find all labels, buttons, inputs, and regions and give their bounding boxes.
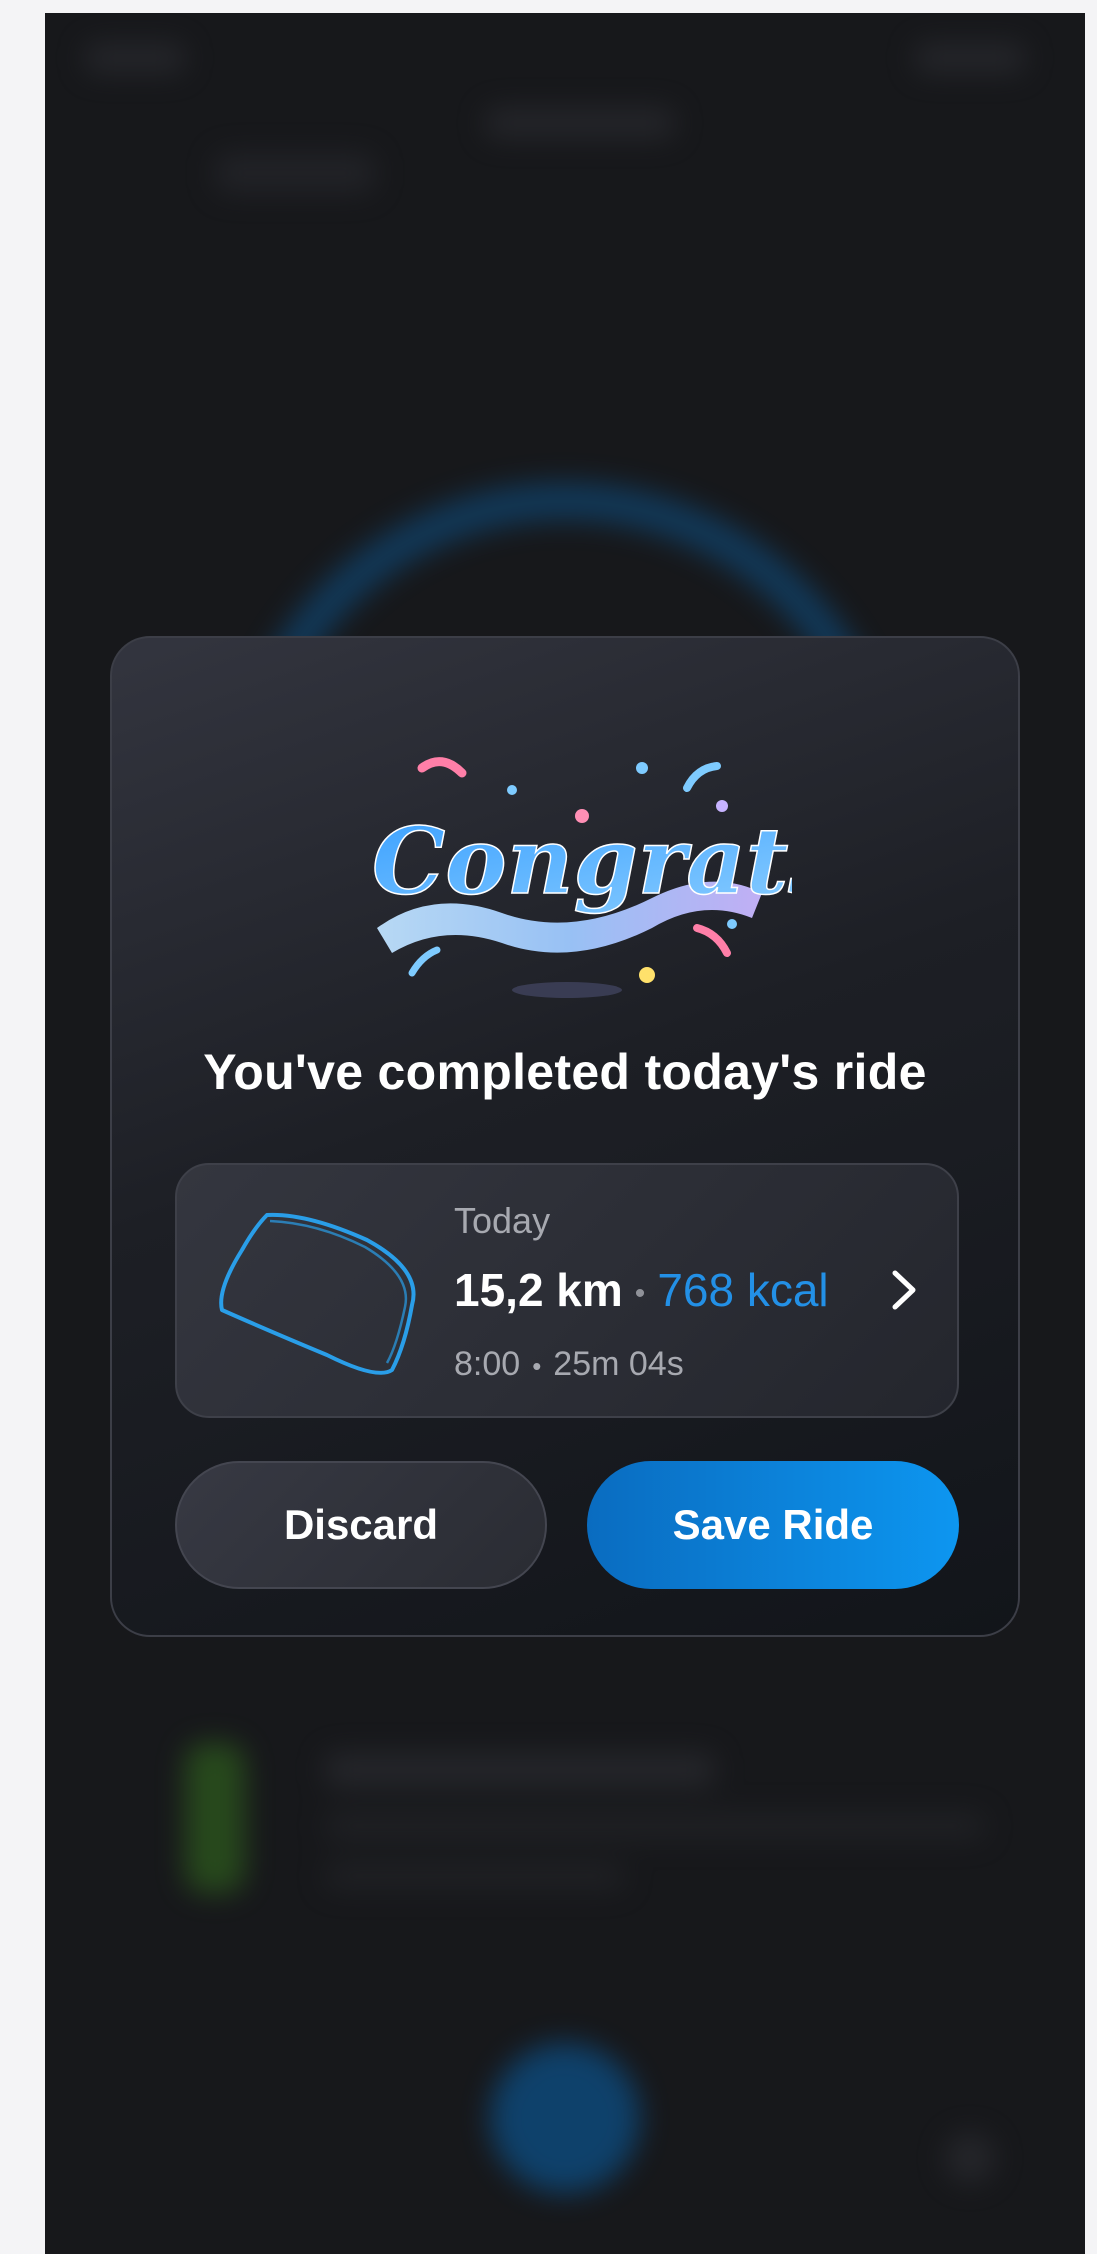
chevron-right-icon[interactable]: [887, 1265, 921, 1315]
discard-button[interactable]: Discard: [175, 1461, 547, 1589]
ride-meta: 8:00 • 25m 04s: [454, 1345, 684, 1384]
congrats-illustration: Congrats!: [371, 757, 792, 998]
background-card-text: [325, 1863, 625, 1889]
stat-separator: •: [634, 1276, 646, 1310]
status-bar-left: [85, 43, 185, 73]
dialog-title: You've completed today's ride: [203, 1044, 927, 1100]
ride-distance: 15,2 km: [454, 1264, 623, 1316]
ride-summary-card[interactable]: Today 15,2 km • 768 kcal 8:00 • 25m 04s: [175, 1163, 959, 1418]
route-map-icon: [219, 1212, 416, 1375]
ride-day-label: Today: [454, 1200, 551, 1241]
background-card-icon: [185, 1743, 245, 1893]
ride-stats: 15,2 km • 768 kcal: [454, 1263, 829, 1317]
meta-separator: •: [532, 1350, 542, 1381]
ride-duration: 25m 04s: [553, 1345, 684, 1383]
app-screen: Congrats! You've completed today's ride …: [45, 13, 1085, 2254]
background-subheader: [215, 153, 375, 193]
background-header: [485, 108, 675, 138]
svg-text:Congrats!: Congrats!: [372, 807, 792, 915]
status-bar-right: [915, 43, 1025, 73]
save-ride-button[interactable]: Save Ride: [587, 1461, 959, 1589]
background-card-text: [325, 1813, 985, 1839]
background-icon: [945, 2133, 995, 2183]
ride-start-time: 8:00: [454, 1345, 521, 1383]
ride-calories: 768 kcal: [657, 1264, 829, 1316]
ride-complete-dialog: Congrats! You've completed today's ride …: [110, 636, 1020, 1637]
background-start-button: [490, 2043, 640, 2193]
background-card-title: [325, 1753, 715, 1787]
